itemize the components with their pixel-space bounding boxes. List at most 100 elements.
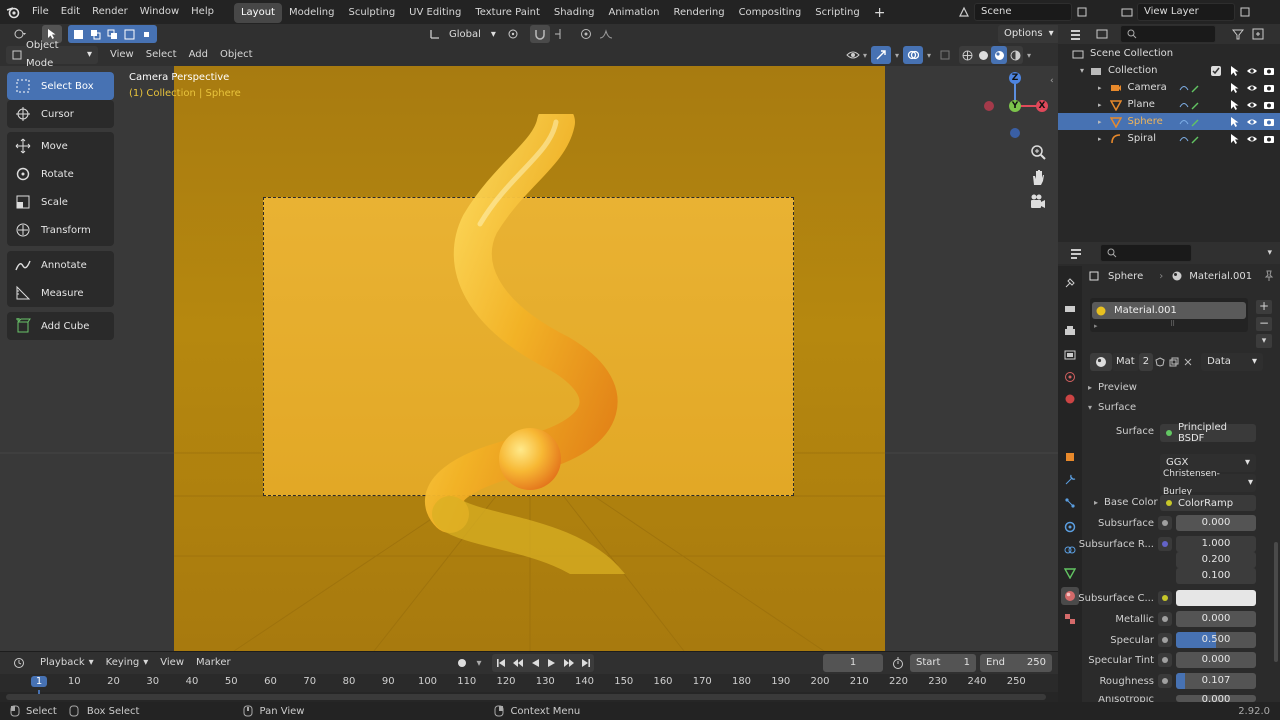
timeline-menu-keying[interactable]: Keying ▾	[100, 654, 155, 672]
gizmo-neg-x-axis[interactable]	[984, 101, 994, 111]
material-slot-list[interactable]: Material.001 ▸ ⠿	[1090, 298, 1248, 332]
tab-modeling[interactable]: Modeling	[282, 3, 342, 23]
constraints-properties-icon[interactable]	[1061, 541, 1079, 559]
gizmo-neg-z-axis[interactable]	[1010, 128, 1020, 138]
outliner-object-row[interactable]: ▸ Sphere	[1058, 113, 1280, 130]
chevron-down-icon[interactable]: ▾	[472, 654, 486, 672]
base-color-field[interactable]: ColorRamp	[1160, 495, 1256, 511]
physics-properties-icon[interactable]	[1061, 518, 1079, 536]
gizmo-toggle-icon[interactable]	[871, 46, 892, 64]
outliner-collection[interactable]: ▾ Collection	[1058, 62, 1280, 79]
material-slot-row[interactable]: Material.001	[1092, 302, 1246, 319]
specular-tint-value[interactable]: 0.000	[1176, 652, 1256, 668]
tool-properties-icon[interactable]	[1061, 274, 1079, 292]
subsurface-radius-x[interactable]: 1.000	[1176, 536, 1256, 552]
orientation-dropdown[interactable]: Global ▾	[445, 25, 500, 43]
particles-properties-icon[interactable]	[1061, 494, 1079, 512]
outliner-scene-collection[interactable]: Scene Collection	[1058, 45, 1280, 62]
eye-icon[interactable]	[1246, 116, 1258, 128]
properties-scrollbar[interactable]	[1274, 542, 1278, 662]
gizmo-z-axis[interactable]: Z	[1009, 72, 1021, 84]
socket-button[interactable]	[1158, 516, 1172, 530]
pan-hand-icon[interactable]	[1028, 167, 1048, 187]
surface-shader-field[interactable]: Principled BSDF	[1160, 422, 1256, 444]
menu-help[interactable]: Help	[185, 0, 220, 24]
tool-measure[interactable]: Measure	[7, 279, 114, 307]
filter-icon[interactable]	[1228, 25, 1248, 43]
timeline-menu-playback[interactable]: Playback ▾	[34, 654, 100, 672]
tab-shading[interactable]: Shading	[547, 3, 602, 23]
scene-properties-icon[interactable]	[1061, 368, 1079, 386]
camera-view-icon[interactable]	[1028, 192, 1048, 212]
expand-arrow-icon[interactable]: ▸	[1094, 322, 1098, 330]
scene-icon[interactable]	[954, 3, 974, 21]
timeline-menu-view[interactable]: View	[154, 654, 190, 672]
tab-animation[interactable]: Animation	[602, 3, 667, 23]
3d-viewport[interactable]: Camera Perspective (1) Collection | Sphe…	[0, 66, 1058, 651]
world-properties-icon[interactable]	[1061, 390, 1079, 408]
viewport-menu-select[interactable]: Select	[140, 46, 183, 64]
sidebar-toggle-icon[interactable]: ‹	[1050, 76, 1054, 86]
roughness-slider[interactable]: 0.107	[1176, 673, 1256, 689]
timeline-scrollbar[interactable]	[6, 694, 1046, 700]
camera-render-icon[interactable]	[1263, 82, 1275, 94]
tab-scripting[interactable]: Scripting	[808, 3, 866, 23]
eye-icon[interactable]	[1246, 65, 1258, 77]
socket-button[interactable]	[1158, 537, 1172, 551]
tab-compositing[interactable]: Compositing	[732, 3, 809, 23]
anisotropic-value[interactable]: 0.000	[1176, 695, 1256, 702]
modifier-icon[interactable]	[1178, 82, 1202, 94]
outliner-object-row[interactable]: ▸ Spiral	[1058, 130, 1280, 147]
spiral-object[interactable]	[420, 114, 660, 574]
navigation-gizmo[interactable]: Z Y X	[980, 71, 1050, 141]
falloff-icon[interactable]	[596, 25, 616, 43]
next-keyframe-icon[interactable]	[560, 654, 577, 672]
record-icon[interactable]	[452, 654, 472, 672]
data-properties-icon[interactable]	[1061, 564, 1079, 582]
viewport-menu-object[interactable]: Object	[214, 46, 259, 64]
metallic-value[interactable]: 0.000	[1176, 611, 1256, 627]
duplicate-material-icon[interactable]	[1167, 353, 1181, 371]
options-dropdown[interactable]: Options ▾	[998, 25, 1060, 43]
camera-render-icon[interactable]	[1263, 65, 1275, 77]
subsurface-color-swatch[interactable]	[1176, 590, 1256, 606]
new-view-layer-icon[interactable]	[1235, 3, 1255, 21]
modifier-icon[interactable]	[1178, 99, 1202, 111]
tab-texture-paint[interactable]: Texture Paint	[468, 3, 547, 23]
snap-icon[interactable]	[529, 25, 550, 43]
material-name-field[interactable]: Mat	[1112, 353, 1139, 371]
view-layer-properties-icon[interactable]	[1061, 346, 1079, 364]
fake-user-icon[interactable]	[1153, 353, 1167, 371]
outliner-object-row[interactable]: ▸ Plane	[1058, 96, 1280, 113]
gizmo-y-axis[interactable]: Y	[1009, 100, 1021, 112]
chevron-down-icon[interactable]: ▾	[1267, 248, 1272, 258]
remove-slot-icon[interactable]: −	[1256, 317, 1272, 331]
tool-cursor[interactable]: Cursor	[7, 100, 114, 128]
subsurface-radius-z[interactable]: 0.100	[1176, 568, 1256, 584]
modifier-icon[interactable]	[1178, 133, 1202, 145]
tool-select-box[interactable]: Select Box	[7, 72, 114, 100]
jump-start-icon[interactable]	[492, 654, 509, 672]
viewport-menu-add[interactable]: Add	[183, 46, 214, 64]
render-properties-icon[interactable]	[1061, 300, 1079, 318]
expand-arrow-icon[interactable]: ▾	[1080, 66, 1084, 75]
object-mode-dropdown[interactable]: Object Mode ▾	[6, 40, 98, 69]
camera-render-icon[interactable]	[1263, 133, 1275, 145]
select-intersect-icon[interactable]	[138, 25, 155, 43]
solid-shading-icon[interactable]	[975, 46, 991, 64]
select-invert-icon[interactable]	[121, 25, 138, 43]
display-mode-icon[interactable]	[1090, 25, 1116, 43]
menu-window[interactable]: Window	[134, 0, 185, 24]
pin-icon[interactable]	[1264, 270, 1274, 282]
menu-edit[interactable]: Edit	[55, 0, 86, 24]
tab-rendering[interactable]: Rendering	[666, 3, 731, 23]
tool-move[interactable]: Move	[7, 132, 114, 160]
selectable-icon[interactable]	[1229, 82, 1241, 94]
rendered-shading-icon[interactable]	[1007, 46, 1023, 64]
expand-arrow-icon[interactable]: ▸	[1098, 84, 1102, 92]
menu-render[interactable]: Render	[86, 0, 134, 24]
pivot-point-icon[interactable]	[504, 25, 524, 43]
tool-annotate[interactable]: Annotate	[7, 251, 114, 279]
new-collection-icon[interactable]	[1248, 25, 1268, 43]
subsurface-radius-y[interactable]: 0.200	[1176, 552, 1256, 568]
